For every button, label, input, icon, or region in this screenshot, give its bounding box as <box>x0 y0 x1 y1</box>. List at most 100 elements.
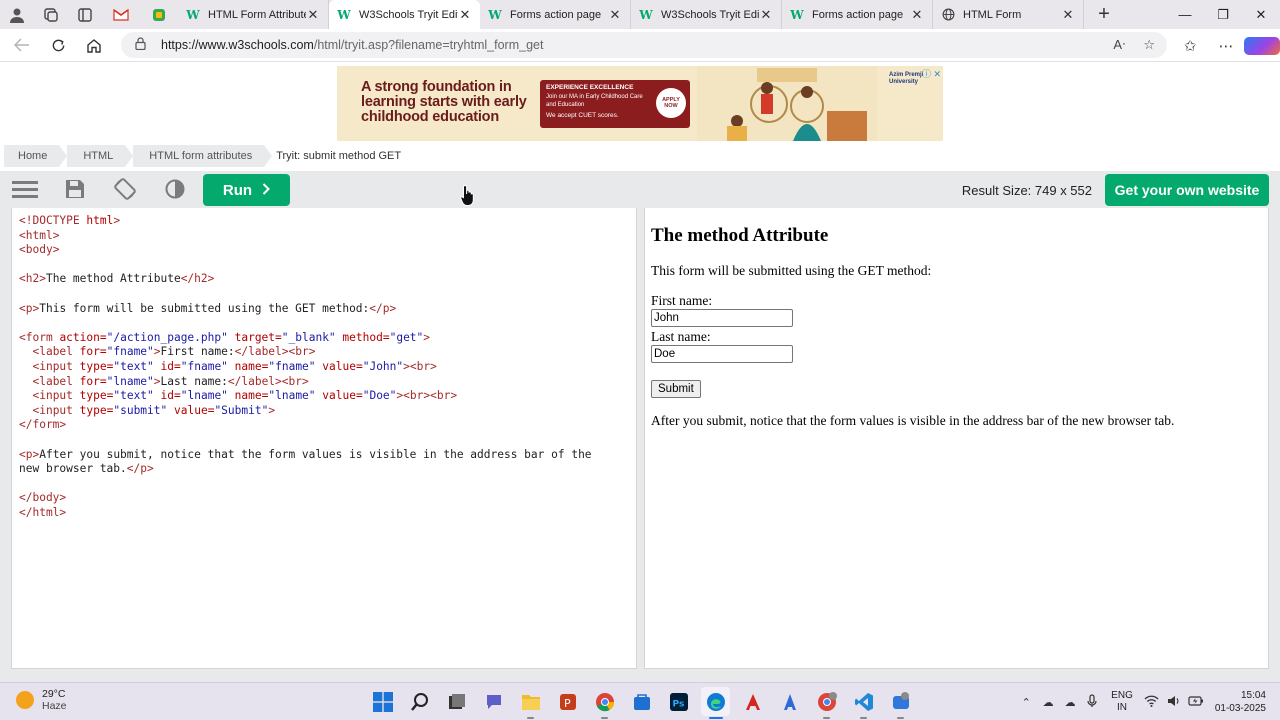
task-view-icon[interactable] <box>442 687 471 716</box>
code-line[interactable]: <p>This form will be submitted using the… <box>19 302 636 317</box>
code-line[interactable]: ​ <box>19 287 636 302</box>
breadcrumb-html[interactable]: HTML <box>67 145 134 167</box>
onedrive-cloud-icon[interactable]: ☁ <box>1037 696 1059 709</box>
code-line[interactable]: </form> <box>19 418 636 433</box>
start-windows-icon[interactable] <box>368 687 397 716</box>
haze-sun-icon <box>16 691 34 709</box>
code-line[interactable]: <input type="text" id="fname" name="fnam… <box>19 360 636 375</box>
result-after-text: After you submit, notice that the form v… <box>651 413 1175 428</box>
battery-charging-icon[interactable] <box>1185 695 1207 709</box>
last-name-input[interactable] <box>651 345 793 363</box>
minimize-icon[interactable]: — <box>1166 0 1204 29</box>
close-tab-icon[interactable]: ✕ <box>910 7 924 23</box>
chevron-up-icon[interactable]: ⌃ <box>1015 696 1037 709</box>
code-editor[interactable]: <!DOCTYPE html><html><body>​<h2>The meth… <box>11 208 637 669</box>
close-window-icon[interactable]: ✕ <box>1242 0 1280 29</box>
clock[interactable]: 15:04 01-03-2025 <box>1215 689 1266 715</box>
close-tab-icon[interactable]: ✕ <box>759 7 773 23</box>
code-line[interactable]: <form action="/action_page.php" target="… <box>19 331 636 346</box>
back-button[interactable] <box>4 29 40 62</box>
vscode-icon[interactable] <box>849 687 878 719</box>
volume-icon[interactable] <box>1163 695 1185 710</box>
search-icon[interactable] <box>405 687 434 716</box>
workspaces-icon[interactable] <box>34 0 68 29</box>
breadcrumb-home[interactable]: Home <box>4 145 68 167</box>
acrobat-icon[interactable] <box>738 687 767 716</box>
chrome-icon[interactable] <box>590 687 619 719</box>
favorite-star-icon[interactable]: ☆ <box>1143 37 1155 53</box>
store-icon[interactable] <box>627 687 656 716</box>
profile-icon[interactable] <box>0 0 34 29</box>
code-line[interactable]: ​ <box>19 477 636 492</box>
photoshop-icon[interactable]: Ps <box>664 687 693 716</box>
first-name-input[interactable] <box>651 309 793 327</box>
more-menu-icon[interactable]: ⋯ <box>1208 37 1244 55</box>
refresh-button[interactable] <box>40 29 76 62</box>
chrome-profile-icon[interactable] <box>812 687 841 719</box>
code-line[interactable]: <body> <box>19 243 636 258</box>
save-icon[interactable] <box>60 176 90 202</box>
microphone-icon[interactable] <box>1081 693 1103 711</box>
tab-tryit-editor-active[interactable]: W W3Schools Tryit Editor ✕ <box>329 0 480 29</box>
translator-icon[interactable] <box>775 687 804 716</box>
ad-close-icon[interactable]: ⓘ ✕ <box>922 67 941 80</box>
wifi-icon[interactable] <box>1141 695 1163 710</box>
new-tab-button[interactable]: + <box>1084 0 1124 29</box>
pinned-tab-gmail[interactable] <box>102 0 140 29</box>
tab-actions-icon[interactable] <box>68 0 102 29</box>
w3schools-favicon-icon: W <box>639 7 653 22</box>
file-explorer-icon[interactable] <box>516 687 545 719</box>
temperature: 29°C <box>42 688 66 700</box>
code-line[interactable]: <!DOCTYPE html> <box>19 214 636 229</box>
close-tab-icon[interactable]: ✕ <box>458 7 472 23</box>
url-text[interactable]: https://www.w3schools.com/html/tryit.asp… <box>161 38 1113 52</box>
code-line[interactable]: <input type="text" id="lname" name="lnam… <box>19 389 636 404</box>
close-tab-icon[interactable]: ✕ <box>1061 7 1075 23</box>
ad-offer-box[interactable]: EXPERIENCE EXCELLENCE Join our MA in Ear… <box>540 80 690 128</box>
result-frame[interactable]: The method Attribute This form will be s… <box>644 208 1269 669</box>
cloud-sync-icon[interactable]: ☁ <box>1059 696 1081 709</box>
favorites-icon[interactable]: ✩ <box>1172 37 1208 55</box>
code-line[interactable]: <label for="lname">Last name:</label><br… <box>19 375 636 390</box>
snipping-tool-icon[interactable] <box>886 687 915 719</box>
tab-tryit-editor[interactable]: W W3Schools Tryit Editor ✕ <box>631 0 782 29</box>
code-line[interactable]: <label for="fname">First name:</label><b… <box>19 345 636 360</box>
weather-widget[interactable]: 29°C Haze <box>16 688 67 712</box>
address-bar[interactable]: https://www.w3schools.com/html/tryit.asp… <box>121 32 1167 58</box>
home-button[interactable] <box>76 29 112 62</box>
code-line[interactable]: <html> <box>19 229 636 244</box>
rotate-layout-icon[interactable] <box>110 176 140 202</box>
code-line[interactable]: ​ <box>19 316 636 331</box>
submit-button[interactable]: Submit <box>651 380 701 398</box>
read-aloud-icon[interactable]: A͏ᐧ <box>1113 37 1125 53</box>
code-line[interactable]: <input type="submit" value="Submit"> <box>19 404 636 419</box>
dark-mode-toggle-icon[interactable] <box>160 176 190 202</box>
teams-chat-icon[interactable] <box>479 687 508 716</box>
powerpoint-icon[interactable]: P <box>553 687 582 716</box>
close-tab-icon[interactable]: ✕ <box>608 7 622 23</box>
copilot-icon[interactable] <box>1244 36 1280 55</box>
pinned-tab-app[interactable] <box>140 0 178 29</box>
code-line[interactable]: <h2>The method Attribute</h2> <box>19 272 636 287</box>
tab-forms-action-page-2[interactable]: W Forms action page ✕ <box>782 0 933 29</box>
menu-hamburger-icon[interactable] <box>10 176 40 202</box>
edge-browser-icon[interactable] <box>701 687 730 719</box>
close-tab-icon[interactable]: ✕ <box>306 7 320 23</box>
restore-icon[interactable]: ❐ <box>1204 0 1242 29</box>
code-line[interactable]: </html> <box>19 506 636 521</box>
advertisement-banner[interactable]: A strong foundation in learning starts w… <box>337 66 943 141</box>
run-button[interactable]: Run <box>203 174 290 206</box>
code-line[interactable]: ​ <box>19 258 636 273</box>
breadcrumb-html-form-attributes[interactable]: HTML form attributes <box>133 145 273 167</box>
lock-icon[interactable] <box>135 37 149 53</box>
code-line[interactable]: <p>After you submit, notice that the for… <box>19 448 636 463</box>
input-language[interactable]: ENG IN <box>1111 690 1133 714</box>
ad-apply-button[interactable]: APPLY NOW <box>656 88 686 118</box>
tab-html-form[interactable]: HTML Form ✕ <box>933 0 1084 29</box>
code-line[interactable]: ​ <box>19 433 636 448</box>
tab-html-form-attributes[interactable]: W HTML Form Attributes ✕ <box>178 0 329 29</box>
code-line[interactable]: </body> <box>19 491 636 506</box>
code-line[interactable]: new browser tab.</p> <box>19 462 636 477</box>
get-your-own-website-button[interactable]: Get your own website <box>1105 174 1269 206</box>
tab-forms-action-page[interactable]: W Forms action page ✕ <box>480 0 631 29</box>
